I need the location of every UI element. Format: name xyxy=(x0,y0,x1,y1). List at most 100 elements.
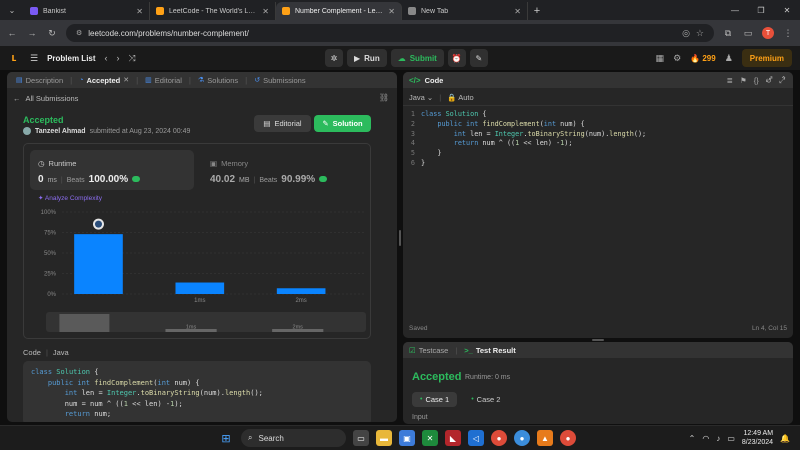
debug-button[interactable]: ✲ xyxy=(325,49,343,67)
tab-close-icon[interactable]: ✕ xyxy=(514,7,521,16)
bookmark-star-icon[interactable]: ☆ xyxy=(696,28,704,39)
browser-tab[interactable]: New Tab ✕ xyxy=(402,2,528,20)
format-icon[interactable]: ≣ xyxy=(727,76,733,86)
chrome-active-icon[interactable]: ● xyxy=(560,430,576,446)
chrome-icon[interactable]: ● xyxy=(491,430,507,446)
volume-icon[interactable]: ♪ xyxy=(716,434,720,443)
browser-tab[interactable]: Number Complement - LeetCode ✕ xyxy=(276,2,402,20)
braces-icon[interactable]: {} xyxy=(754,76,759,86)
code-editor[interactable]: 1 class Solution {2 public int findComple… xyxy=(403,110,793,310)
author-avatar[interactable] xyxy=(23,127,31,135)
browser-tab[interactable]: Bankist ✕ xyxy=(24,2,150,20)
vscode-icon[interactable]: ◁ xyxy=(468,430,484,446)
store-icon[interactable]: ▣ xyxy=(399,430,415,446)
windows-start-icon[interactable]: ⊞ xyxy=(218,430,234,446)
taskbar-search[interactable]: ⌕ Search xyxy=(241,429,346,447)
reload-icon[interactable]: ↻ xyxy=(46,28,58,39)
language-select[interactable]: Java ⌄ xyxy=(409,93,433,102)
tab-close-icon[interactable]: ✕ xyxy=(262,7,269,16)
premium-button[interactable]: Premium xyxy=(741,49,792,67)
fullscreen-icon[interactable]: ⤢ xyxy=(779,76,785,86)
tab-submissions[interactable]: ↺ Submissions xyxy=(249,72,310,88)
y-tick-label: 50% xyxy=(44,251,57,257)
editorial-button[interactable]: ▤ Editorial xyxy=(254,115,311,132)
auto-mode-toggle[interactable]: 🔒 Auto xyxy=(447,93,473,102)
shuffle-icon[interactable]: ⤨ xyxy=(129,53,136,64)
eye-slash-icon[interactable]: ◎ xyxy=(682,28,690,39)
browser-app-icon[interactable]: ● xyxy=(514,430,530,446)
tab-accepted[interactable]: ◔ Accepted ✕ xyxy=(74,72,134,88)
tab-editorial[interactable]: ▥ Editorial xyxy=(140,72,187,88)
prev-problem-icon[interactable]: ‹ xyxy=(105,53,108,63)
clock-time: 12:49 AM xyxy=(743,430,774,437)
close-window-icon[interactable]: ✕ xyxy=(774,0,800,20)
tab-solutions[interactable]: ⚗ Solutions xyxy=(193,72,243,88)
tab-label: Accepted xyxy=(86,75,121,85)
horizontal-resize-handle[interactable] xyxy=(592,339,604,341)
browser-menu-icon[interactable]: ⋮ xyxy=(782,28,794,39)
forward-icon[interactable]: → xyxy=(26,28,38,38)
tab-description[interactable]: ▤ Description xyxy=(11,72,68,88)
minimize-icon[interactable]: — xyxy=(722,0,748,20)
sidepanel-icon[interactable]: ▭ xyxy=(742,28,754,39)
tab-test-result[interactable]: >_ Test Result xyxy=(464,346,515,355)
layout-icon[interactable]: ▦ xyxy=(656,53,665,64)
system-clock[interactable]: 12:49 AM 8/23/2024 xyxy=(742,429,773,447)
battery-icon[interactable]: ▭ xyxy=(727,434,735,443)
settings-gear-icon[interactable]: ⚙ xyxy=(673,53,681,64)
case-tab[interactable]: • Case 2 xyxy=(463,392,508,407)
site-info-icon[interactable]: ⚙ xyxy=(76,29,82,37)
tab-close-icon[interactable]: ✕ xyxy=(123,76,129,84)
chart-bar[interactable] xyxy=(276,288,326,294)
tray-chevron-icon[interactable]: ⌃ xyxy=(689,434,696,443)
reset-icon[interactable]: ↺ xyxy=(766,76,772,86)
profile-avatar[interactable]: T xyxy=(762,27,774,39)
vertical-resize-handle[interactable] xyxy=(399,230,401,246)
notes-button[interactable]: ✎ xyxy=(469,49,488,67)
runtime-box[interactable]: ◷ Runtime 0 ms | Beats 100.00% ✦ Analyze… xyxy=(30,150,194,202)
notification-bell-icon[interactable]: 🔔 xyxy=(780,434,790,443)
submission-code-block[interactable]: class Solution { public int findCompleme… xyxy=(23,361,371,422)
tab-testcase[interactable]: ☑ Testcase xyxy=(409,346,448,355)
tab-search-icon[interactable]: ⌄ xyxy=(0,0,24,20)
analyze-complexity-link[interactable]: ✦ Analyze Complexity xyxy=(38,194,102,202)
run-button[interactable]: ▶ Run xyxy=(347,49,387,67)
chart-bar[interactable] xyxy=(175,282,225,294)
leetcode-logo-icon[interactable]: ʟ xyxy=(8,52,20,64)
author-name[interactable]: Tanzeel Ahmad xyxy=(35,128,86,135)
wifi-icon[interactable]: ◠ xyxy=(702,434,709,443)
extensions-icon[interactable]: ⧉ xyxy=(722,28,734,39)
url-input[interactable]: ⚙ leetcode.com/problems/number-complemen… xyxy=(66,24,714,42)
problem-list-icon[interactable]: ☰ xyxy=(30,53,38,64)
file-explorer-icon[interactable]: ▬ xyxy=(376,430,392,446)
editor-line-code: class Solution { xyxy=(421,110,487,118)
timer-button[interactable]: ⏰ xyxy=(447,49,466,67)
tab-label: Editorial xyxy=(154,75,182,85)
share-link-icon[interactable]: ⛓ xyxy=(379,93,389,102)
history-icon: ↺ xyxy=(254,77,261,84)
browser-tab[interactable]: LeetCode - The World's Leading ✕ xyxy=(150,2,276,20)
new-tab-button[interactable]: + xyxy=(528,2,546,20)
bookmark-icon[interactable]: ⚑ xyxy=(740,76,747,86)
xbox-icon[interactable]: ✕ xyxy=(422,430,438,446)
search-icon: ⌕ xyxy=(248,433,253,442)
back-icon[interactable]: ← xyxy=(6,28,18,38)
app-red-icon[interactable]: ◣ xyxy=(445,430,461,446)
chart-minimap[interactable]: 1ms 2ms xyxy=(46,312,366,332)
vlc-icon[interactable]: ▲ xyxy=(537,430,553,446)
problem-list-link[interactable]: Problem List xyxy=(47,54,95,63)
solution-button[interactable]: ✎ Solution xyxy=(314,115,371,132)
chart-bar[interactable] xyxy=(74,234,123,294)
leetcode-header: ʟ ☰ Problem List ‹ › ⤨ ✲ ▶ Run ☁ Submit … xyxy=(0,46,800,70)
next-problem-icon[interactable]: › xyxy=(117,53,120,63)
user-avatar-icon[interactable]: ♟ xyxy=(725,53,733,64)
streak-counter[interactable]: 🔥 299 xyxy=(690,54,716,63)
memory-box[interactable]: ▣ Memory 40.02 MB | Beats 90.99% xyxy=(202,150,366,190)
case-tab[interactable]: • Case 1 xyxy=(412,392,458,407)
maximize-icon[interactable]: ❐ xyxy=(748,0,774,20)
tab-close-icon[interactable]: ✕ xyxy=(136,7,143,16)
all-submissions-link[interactable]: ← All Submissions xyxy=(13,94,78,103)
tab-close-icon[interactable]: ✕ xyxy=(388,7,395,16)
task-view-icon[interactable]: ▭ xyxy=(353,430,369,446)
submit-button[interactable]: ☁ Submit xyxy=(390,49,444,67)
